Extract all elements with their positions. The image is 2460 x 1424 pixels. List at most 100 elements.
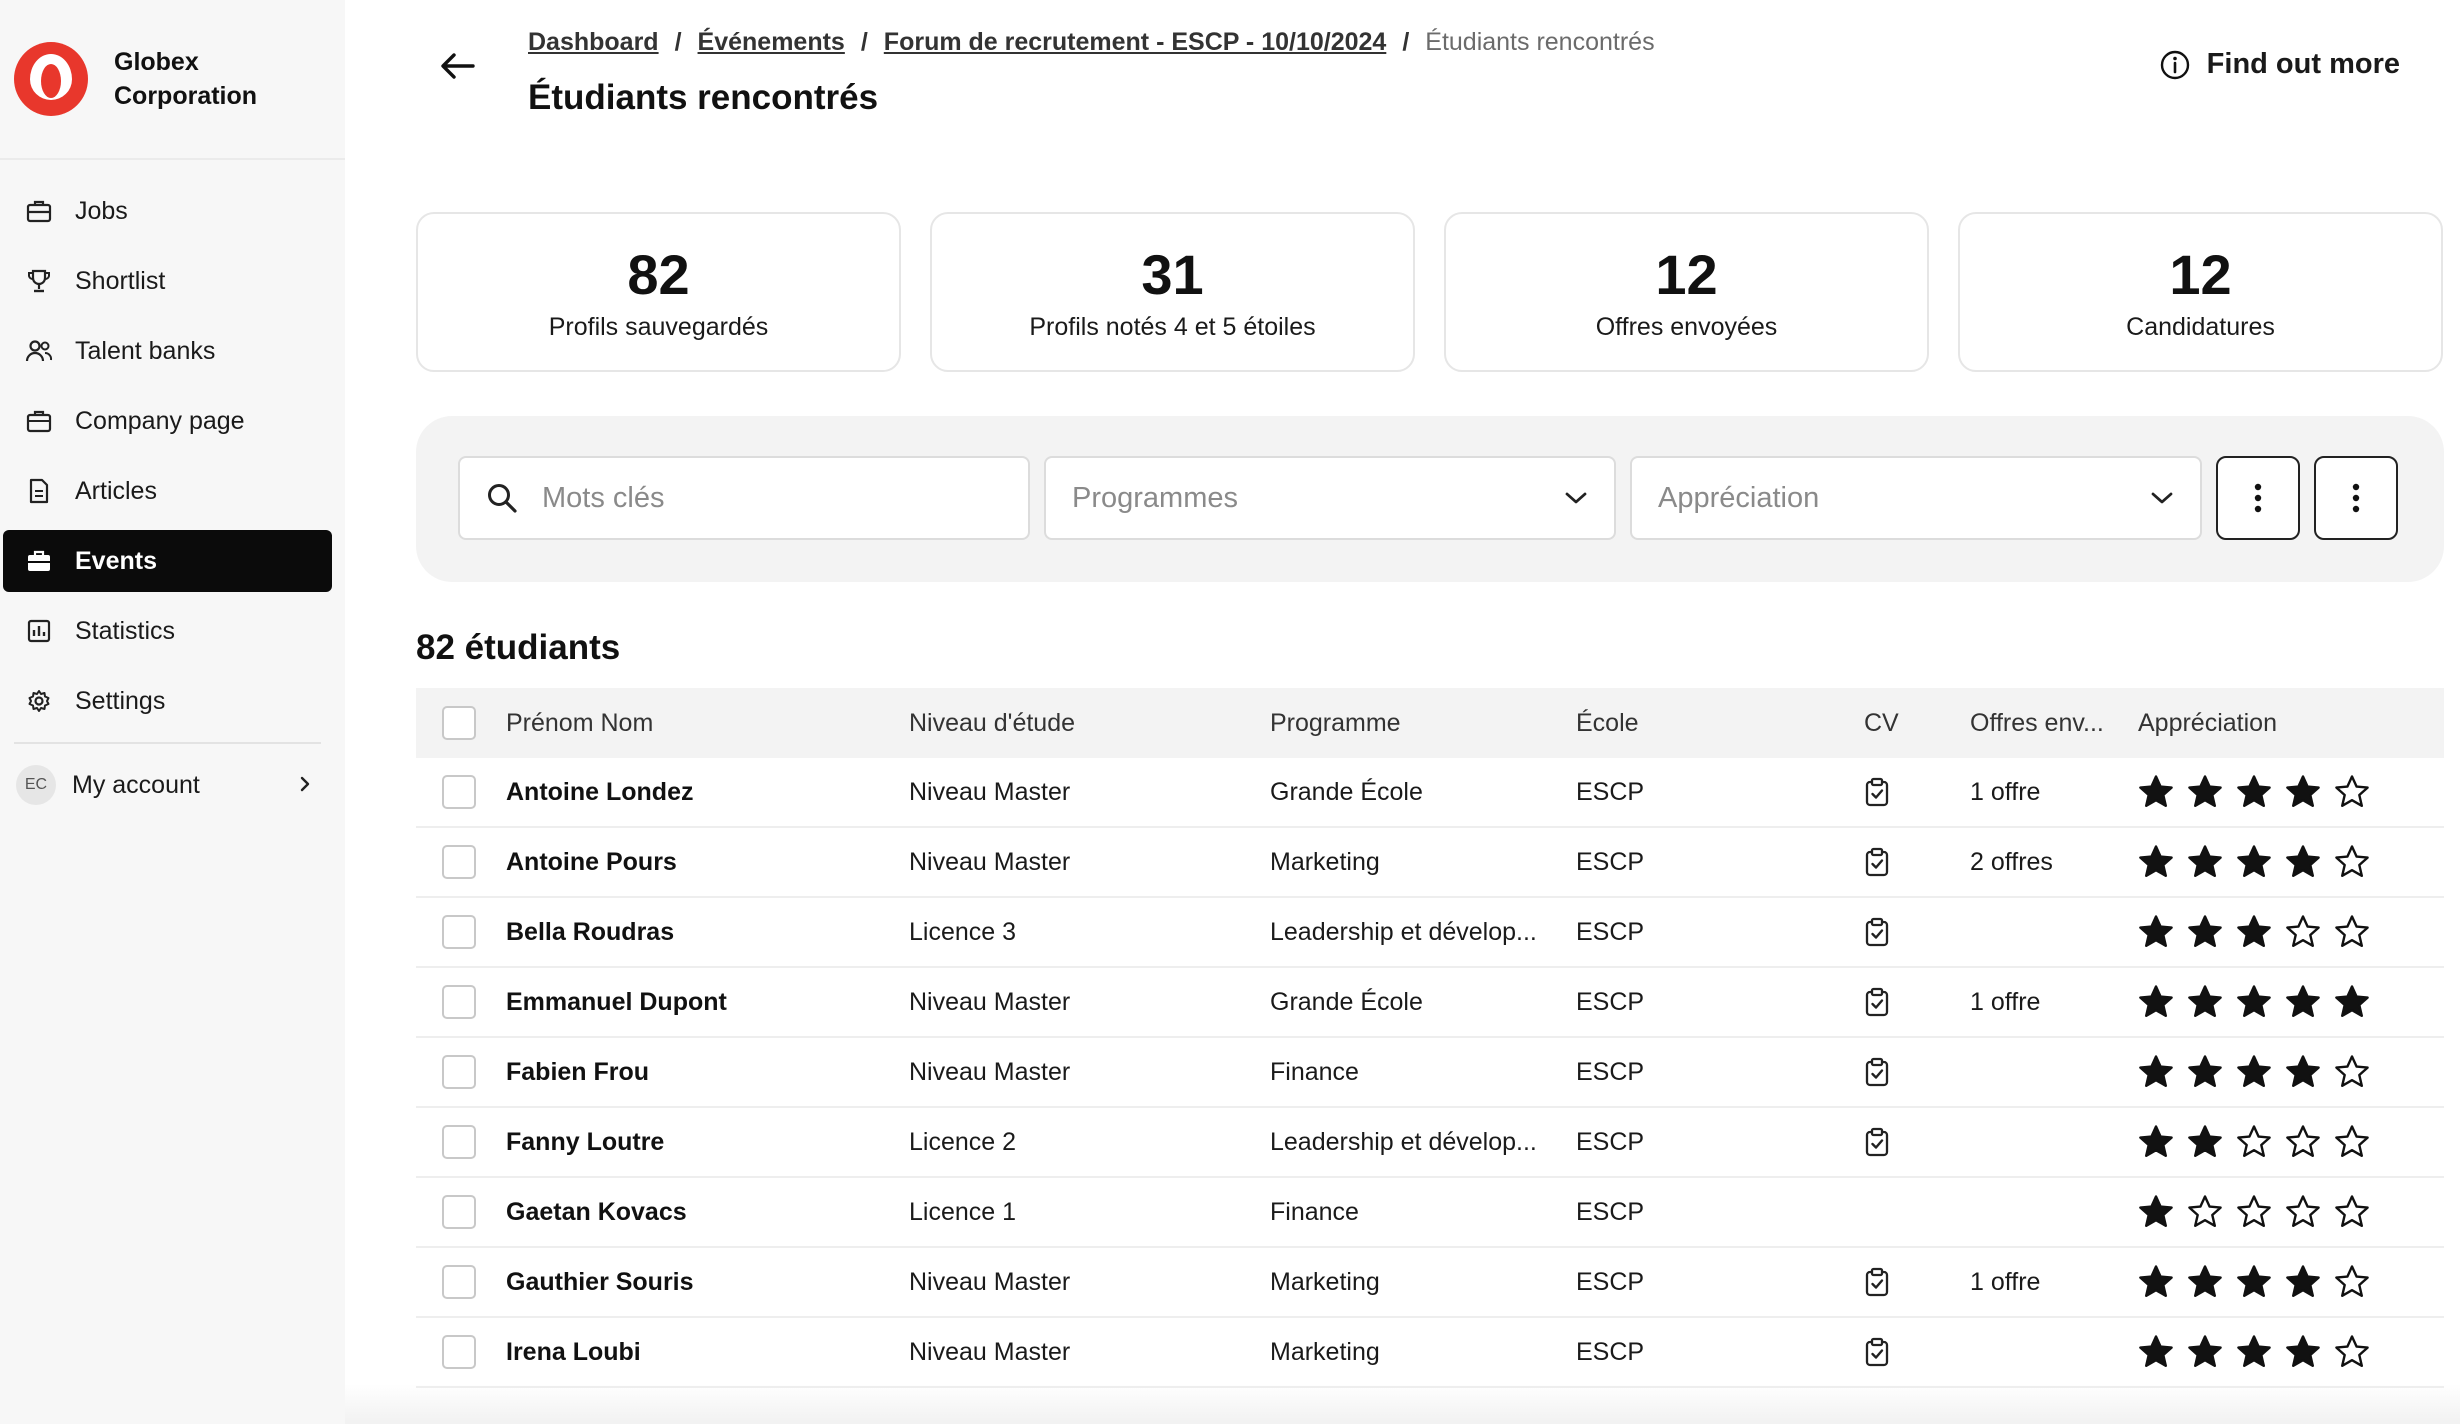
- my-account-link[interactable]: EC My account: [0, 754, 345, 816]
- star-filled-icon[interactable]: [2138, 1124, 2174, 1160]
- cv-clipboard-icon[interactable]: [1864, 917, 1890, 947]
- star-filled-icon[interactable]: [2187, 774, 2223, 810]
- cv-clipboard-icon[interactable]: [1864, 1057, 1890, 1087]
- cv-clipboard-icon[interactable]: [1864, 1267, 1890, 1297]
- programmes-select[interactable]: Programmes: [1044, 456, 1616, 540]
- star-filled-icon[interactable]: [2236, 1334, 2272, 1370]
- sidebar-item-statistics[interactable]: Statistics: [3, 600, 332, 662]
- star-filled-icon[interactable]: [2285, 984, 2321, 1020]
- star-filled-icon[interactable]: [2236, 844, 2272, 880]
- star-filled-icon[interactable]: [2138, 844, 2174, 880]
- star-filled-icon[interactable]: [2285, 1334, 2321, 1370]
- more-options-button-2[interactable]: [2314, 456, 2398, 540]
- sidebar-item-settings[interactable]: Settings: [3, 670, 332, 732]
- star-filled-icon[interactable]: [2236, 1054, 2272, 1090]
- student-name[interactable]: Gauthier Souris: [506, 1268, 909, 1297]
- row-checkbox[interactable]: [442, 1335, 476, 1369]
- star-filled-icon[interactable]: [2138, 774, 2174, 810]
- star-filled-icon[interactable]: [2236, 1264, 2272, 1300]
- student-name[interactable]: Irena Loubi: [506, 1338, 909, 1367]
- student-name[interactable]: Fabien Frou: [506, 1058, 909, 1087]
- column-header-name[interactable]: Prénom Nom: [506, 709, 909, 738]
- star-filled-icon[interactable]: [2285, 844, 2321, 880]
- star-filled-icon[interactable]: [2187, 844, 2223, 880]
- column-header-appreciation[interactable]: Appréciation: [2138, 709, 2438, 738]
- star-outline-icon[interactable]: [2285, 914, 2321, 950]
- student-name[interactable]: Antoine Londez: [506, 778, 909, 807]
- star-filled-icon[interactable]: [2138, 1054, 2174, 1090]
- row-checkbox[interactable]: [442, 1125, 476, 1159]
- row-checkbox[interactable]: [442, 1055, 476, 1089]
- star-outline-icon[interactable]: [2334, 914, 2370, 950]
- star-filled-icon[interactable]: [2138, 914, 2174, 950]
- search-input[interactable]: [542, 481, 1002, 515]
- star-filled-icon[interactable]: [2334, 984, 2370, 1020]
- cv-clipboard-icon[interactable]: [1864, 777, 1890, 807]
- star-filled-icon[interactable]: [2138, 1264, 2174, 1300]
- student-name[interactable]: Antoine Pours: [506, 848, 909, 877]
- star-outline-icon[interactable]: [2187, 1194, 2223, 1230]
- column-header-programme[interactable]: Programme: [1270, 709, 1576, 738]
- star-filled-icon[interactable]: [2285, 1054, 2321, 1090]
- star-filled-icon[interactable]: [2187, 984, 2223, 1020]
- table-row[interactable]: Antoine Londez Niveau Master Grande École E…: [416, 758, 2444, 828]
- star-outline-icon[interactable]: [2334, 1124, 2370, 1160]
- star-outline-icon[interactable]: [2334, 1264, 2370, 1300]
- table-row[interactable]: Fanny Loutre Licence 2 Leadership et dével…: [416, 1108, 2444, 1178]
- sidebar-item-articles[interactable]: Articles: [3, 460, 332, 522]
- star-outline-icon[interactable]: [2334, 1054, 2370, 1090]
- cv-clipboard-icon[interactable]: [1864, 847, 1890, 877]
- star-filled-icon[interactable]: [2187, 1334, 2223, 1370]
- appreciation-select[interactable]: Appréciation: [1630, 456, 2202, 540]
- breadcrumb-evenements[interactable]: Événements: [698, 28, 845, 57]
- star-filled-icon[interactable]: [2285, 774, 2321, 810]
- star-outline-icon[interactable]: [2236, 1194, 2272, 1230]
- star-filled-icon[interactable]: [2138, 984, 2174, 1020]
- star-outline-icon[interactable]: [2285, 1194, 2321, 1230]
- student-name[interactable]: Emmanuel Dupont: [506, 988, 909, 1017]
- star-filled-icon[interactable]: [2187, 914, 2223, 950]
- find-out-more-link[interactable]: Find out more: [2159, 48, 2400, 81]
- star-filled-icon[interactable]: [2236, 984, 2272, 1020]
- column-header-offers[interactable]: Offres env...: [1970, 709, 2138, 738]
- star-filled-icon[interactable]: [2138, 1194, 2174, 1230]
- back-button[interactable]: [436, 44, 480, 88]
- star-outline-icon[interactable]: [2334, 844, 2370, 880]
- student-name[interactable]: Bella Roudras: [506, 918, 909, 947]
- cv-clipboard-icon[interactable]: [1864, 987, 1890, 1017]
- column-header-cv[interactable]: CV: [1864, 709, 1970, 738]
- table-row[interactable]: Gaetan Kovacs Licence 1 Finance ESCP: [416, 1178, 2444, 1248]
- star-outline-icon[interactable]: [2334, 774, 2370, 810]
- row-checkbox[interactable]: [442, 1195, 476, 1229]
- cv-clipboard-icon[interactable]: [1864, 1337, 1890, 1367]
- star-outline-icon[interactable]: [2334, 1194, 2370, 1230]
- table-row[interactable]: Emmanuel Dupont Niveau Master Grande École…: [416, 968, 2444, 1038]
- select-all-checkbox[interactable]: [442, 706, 476, 740]
- cv-clipboard-icon[interactable]: [1864, 1127, 1890, 1157]
- sidebar-item-events[interactable]: Events: [3, 530, 332, 592]
- column-header-level[interactable]: Niveau d'étude: [909, 709, 1270, 738]
- star-filled-icon[interactable]: [2187, 1054, 2223, 1090]
- table-row[interactable]: Irena Loubi Niveau Master Marketing ESCP: [416, 1318, 2444, 1388]
- star-filled-icon[interactable]: [2138, 1334, 2174, 1370]
- student-name[interactable]: Fanny Loutre: [506, 1128, 909, 1157]
- row-checkbox[interactable]: [442, 985, 476, 1019]
- star-filled-icon[interactable]: [2187, 1124, 2223, 1160]
- star-filled-icon[interactable]: [2236, 774, 2272, 810]
- row-checkbox[interactable]: [442, 845, 476, 879]
- sidebar-item-talent-banks[interactable]: Talent banks: [3, 320, 332, 382]
- star-filled-icon[interactable]: [2236, 914, 2272, 950]
- sidebar-item-jobs[interactable]: Jobs: [3, 180, 332, 242]
- student-name[interactable]: Gaetan Kovacs: [506, 1198, 909, 1227]
- row-checkbox[interactable]: [442, 1265, 476, 1299]
- sidebar-item-shortlist[interactable]: Shortlist: [3, 250, 332, 312]
- table-row[interactable]: Bella Roudras Licence 3 Leadership et déve…: [416, 898, 2444, 968]
- table-row[interactable]: Gauthier Souris Niveau Master Marketing ESC…: [416, 1248, 2444, 1318]
- breadcrumb-dashboard[interactable]: Dashboard: [528, 28, 659, 57]
- more-options-button[interactable]: [2216, 456, 2300, 540]
- table-row[interactable]: Antoine Pours Niveau Master Marketing ESCP 2…: [416, 828, 2444, 898]
- row-checkbox[interactable]: [442, 775, 476, 809]
- breadcrumb-forum[interactable]: Forum de recrutement - ESCP - 10/10/2024: [884, 28, 1387, 57]
- row-checkbox[interactable]: [442, 915, 476, 949]
- star-filled-icon[interactable]: [2187, 1264, 2223, 1300]
